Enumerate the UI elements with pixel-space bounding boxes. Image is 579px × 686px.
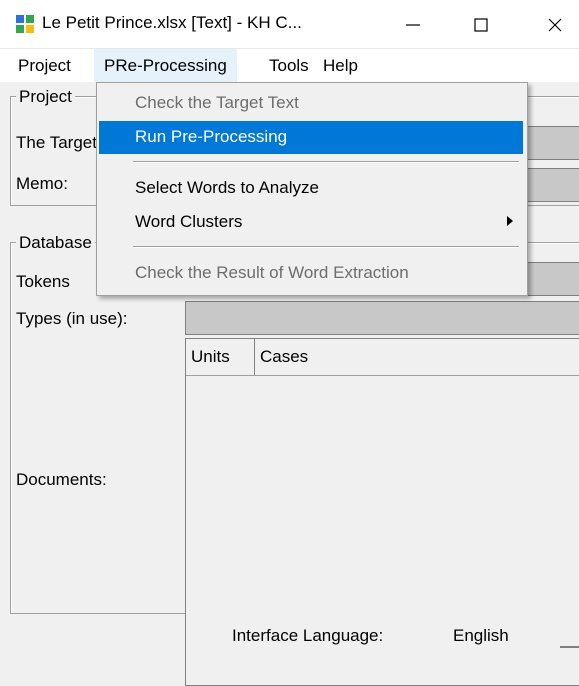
window-title: Le Petit Prince.xlsx [Text] - KH C... [42, 13, 302, 32]
close-icon [548, 18, 562, 32]
chevron-right-icon [507, 216, 513, 226]
menu-item-check-target-text: Check the Target Text [99, 87, 523, 120]
language-combo-edge [560, 646, 579, 648]
column-header-cases[interactable]: Cases [255, 339, 579, 375]
title-bar[interactable]: Le Petit Prince.xlsx [Text] - KH C... [0, 0, 579, 49]
menu-item-word-clusters[interactable]: Word Clusters [99, 206, 523, 239]
types-field [185, 301, 579, 335]
documents-label: Documents: [16, 470, 107, 489]
menu-item-label: Check the Target Text [135, 93, 299, 112]
minimize-icon [406, 24, 420, 26]
menu-item-label: Run Pre-Processing [135, 127, 288, 146]
app-grid-icon [16, 15, 34, 33]
interface-language-select[interactable]: English [453, 626, 509, 646]
menu-tools[interactable]: Tools [269, 56, 309, 76]
close-button[interactable] [531, 0, 577, 48]
maximize-icon [474, 18, 488, 32]
menu-separator [133, 161, 519, 163]
menu-bar: Project PRe-Processing Tools Help [0, 49, 579, 82]
project-group-legend: Project [16, 87, 75, 107]
menu-project[interactable]: Project [18, 56, 71, 76]
interface-language-label: Interface Language: [232, 626, 384, 645]
status-bar: Interface Language: English [0, 612, 579, 656]
target-text-label: The Target [16, 133, 97, 152]
menu-separator [133, 246, 519, 248]
menu-item-select-words[interactable]: Select Words to Analyze [99, 172, 523, 205]
menu-item-label: Word Clusters [135, 212, 243, 231]
tokens-label: Tokens [16, 272, 70, 291]
maximize-button[interactable] [457, 0, 503, 48]
minimize-button[interactable] [389, 0, 435, 48]
menu-help[interactable]: Help [323, 56, 358, 76]
database-group-legend: Database [16, 233, 95, 253]
documents-list-header: Units Cases [186, 339, 579, 376]
menu-item-run-pre-processing[interactable]: Run Pre-Processing [99, 121, 523, 154]
menu-item-check-word-extraction: Check the Result of Word Extraction [99, 257, 523, 290]
pre-processing-menu: Check the Target Text Run Pre-Processing… [96, 82, 528, 296]
types-label: Types (in use): [16, 309, 128, 328]
column-header-units[interactable]: Units [186, 339, 255, 375]
menu-pre-processing[interactable]: PRe-Processing [94, 49, 237, 82]
menu-item-label: Check the Result of Word Extraction [135, 263, 409, 282]
memo-label: Memo: [16, 174, 68, 193]
menu-item-label: Select Words to Analyze [135, 178, 319, 197]
